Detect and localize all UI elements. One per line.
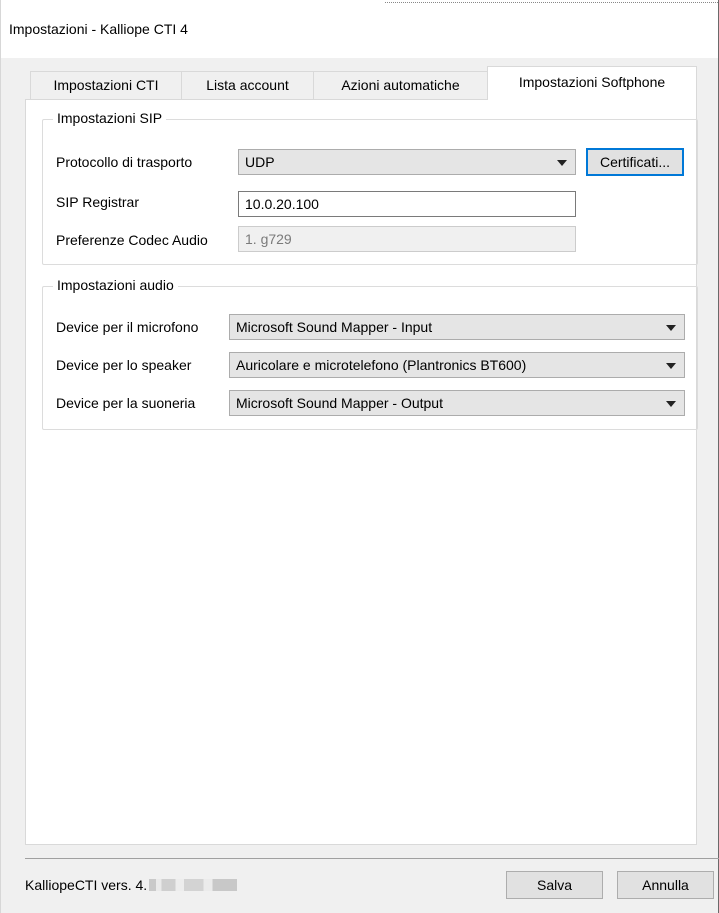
chevron-down-icon xyxy=(557,160,567,166)
speaker-device-label: Device per lo speaker xyxy=(56,357,192,373)
tab-impostazioni-softphone[interactable]: Impostazioni Softphone xyxy=(487,66,697,100)
chevron-down-icon xyxy=(666,325,676,331)
audio-settings-group: Impostazioni audio Device per il microfo… xyxy=(42,277,698,430)
title-bar-divider xyxy=(385,2,719,3)
audio-settings-legend: Impostazioni audio xyxy=(53,277,178,293)
speaker-device-value: Auricolare e microtelefono (Plantronics … xyxy=(236,357,527,373)
microphone-device-label: Device per il microfono xyxy=(56,319,199,335)
version-text: KalliopeCTI vers. 4. xyxy=(25,877,238,893)
microphone-device-select[interactable]: Microsoft Sound Mapper - Input xyxy=(229,314,685,340)
cancel-button[interactable]: Annulla xyxy=(617,871,714,899)
transport-protocol-label: Protocollo di trasporto xyxy=(56,154,193,170)
chevron-down-icon xyxy=(666,401,676,407)
settings-window: Impostazioni - Kalliope CTI 4 Impostazio… xyxy=(0,0,719,913)
sip-registrar-input[interactable]: 10.0.20.100 xyxy=(238,191,576,217)
transport-protocol-select[interactable]: UDP xyxy=(238,149,576,175)
title-bar[interactable]: Impostazioni - Kalliope CTI 4 xyxy=(1,0,719,58)
codec-preferences-label: Preferenze Codec Audio xyxy=(56,232,208,248)
window-title: Impostazioni - Kalliope CTI 4 xyxy=(9,21,188,37)
sip-settings-legend: Impostazioni SIP xyxy=(53,110,167,126)
save-button[interactable]: Salva xyxy=(506,871,603,899)
chevron-down-icon xyxy=(666,363,676,369)
codec-preferences-field: 1. g729 xyxy=(238,226,576,252)
speaker-device-select[interactable]: Auricolare e microtelefono (Plantronics … xyxy=(229,352,685,378)
footer-separator xyxy=(25,858,719,859)
tab-lista-account[interactable]: Lista account xyxy=(181,71,314,99)
transport-protocol-value: UDP xyxy=(245,154,275,170)
ringer-device-label: Device per la suoneria xyxy=(56,395,196,411)
tab-impostazioni-cti[interactable]: Impostazioni CTI xyxy=(30,71,182,99)
sip-settings-group: Impostazioni SIP Protocollo di trasporto… xyxy=(42,110,698,265)
certificates-button[interactable]: Certificati... xyxy=(586,148,684,176)
microphone-device-value: Microsoft Sound Mapper - Input xyxy=(236,319,433,335)
ringer-device-value: Microsoft Sound Mapper - Output xyxy=(236,395,443,411)
version-prefix: KalliopeCTI vers. 4. xyxy=(25,877,148,893)
redacted-version-number xyxy=(149,879,238,891)
sip-registrar-label: SIP Registrar xyxy=(56,194,139,210)
tab-azioni-automatiche[interactable]: Azioni automatiche xyxy=(313,71,488,99)
tab-panel-softphone: Impostazioni SIP Protocollo di trasporto… xyxy=(25,99,698,845)
ringer-device-select[interactable]: Microsoft Sound Mapper - Output xyxy=(229,390,685,416)
